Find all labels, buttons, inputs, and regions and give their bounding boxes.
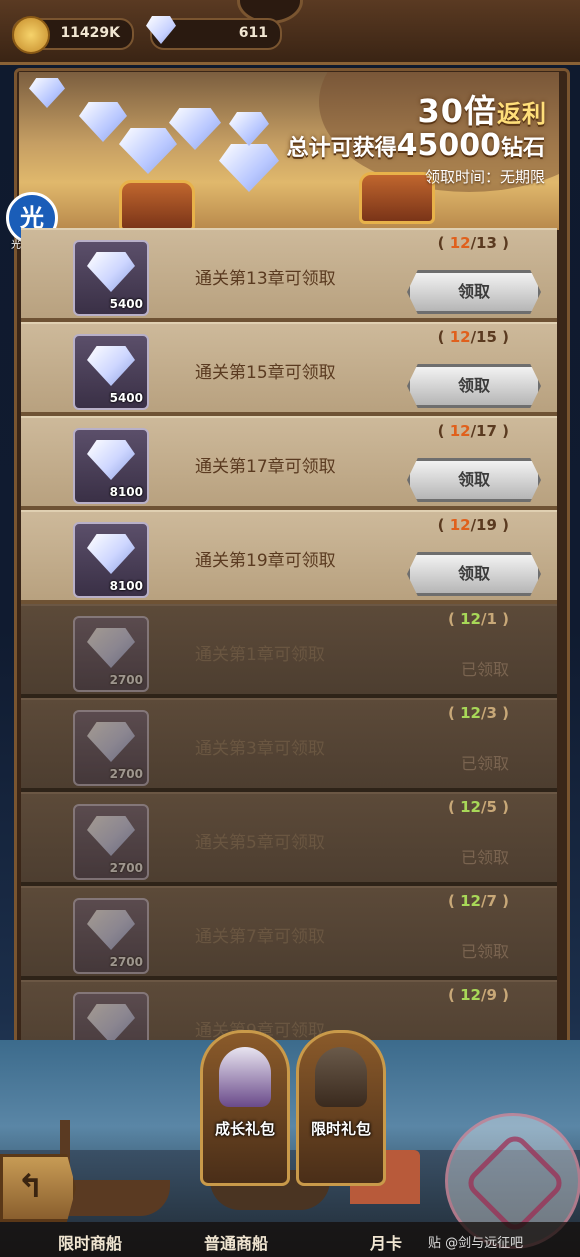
reward-amount: 2700 [109, 673, 143, 687]
claimed-label: 已领取 [460, 848, 509, 867]
reward-row: 5400 通关第15章可领取 ( 12/15 ) 领取 [21, 322, 557, 416]
crown-icon [359, 172, 435, 224]
reward-thumbnail: 5400 [73, 334, 149, 410]
gold-coin-icon [12, 16, 50, 54]
tab-normal-ship[interactable]: 普通商船 [204, 1230, 268, 1254]
growth-pack-button[interactable]: 成长礼包 [200, 1030, 290, 1186]
limited-pack-button[interactable]: 限时礼包 [296, 1030, 386, 1186]
diamond-icon [87, 534, 135, 574]
reward-amount: 8100 [109, 485, 143, 499]
reward-progress: ( 12/3 ) [448, 704, 509, 722]
claimed-label: 已领取 [460, 942, 509, 961]
reward-thumbnail: 2700 [73, 804, 149, 880]
diamond-icon [87, 816, 135, 856]
diamond-pile-icon [229, 112, 269, 146]
diamond-icon [87, 910, 135, 950]
claim-button[interactable]: 领取 [407, 458, 541, 502]
diamond-icon [87, 346, 135, 386]
reward-title: 通关第1章可领取 [195, 645, 325, 665]
tab-limited-ship[interactable]: 限时商船 [58, 1230, 122, 1254]
diamond-icon [87, 1004, 135, 1044]
reward-row-claimed: 2700 通关第1章可领取 ( 12/1 ) 已领取 [21, 604, 557, 698]
gold-value: 11429K [60, 25, 120, 41]
reward-title: 通关第3章可领取 [195, 739, 325, 759]
growth-pack-label: 成长礼包 [214, 1120, 275, 1138]
reward-progress: ( 12/1 ) [448, 610, 509, 628]
reward-row: 5400 通关第13章可领取 ( 12/13 ) 领取 [21, 228, 557, 322]
watermark-logo-icon [462, 1130, 568, 1236]
claim-button[interactable]: 领取 [407, 270, 541, 314]
diamond-pile-icon [29, 78, 65, 108]
back-button[interactable]: ↰ [0, 1154, 76, 1222]
diamond-pile-icon [79, 102, 127, 142]
reward-title: 通关第5章可领取 [195, 833, 325, 853]
reward-title: 通关第15章可领取 [195, 363, 336, 383]
reward-title: 通关第19章可领取 [195, 551, 336, 571]
claimed-label: 已领取 [460, 660, 509, 679]
reward-thumbnail: 2700 [73, 710, 149, 786]
diamond-counter[interactable]: 611 [146, 16, 282, 50]
gold-counter[interactable]: 11429K [12, 16, 134, 54]
growth-pack-character [219, 1047, 271, 1107]
reward-thumbnail: 8100 [73, 522, 149, 598]
diamond-value: 611 [238, 25, 268, 41]
tab-monthly-card[interactable]: 月卡 [370, 1230, 402, 1254]
diamond-icon [87, 628, 135, 668]
reward-row-claimed: 2700 通关第5章可领取 ( 12/5 ) 已领取 [21, 792, 557, 886]
reward-amount: 8100 [109, 579, 143, 593]
tieba-watermark: 贴 @剑与远征吧 [428, 1236, 524, 1251]
reward-progress: ( 12/9 ) [448, 986, 509, 1004]
reward-progress: ( 12/15 ) [437, 328, 509, 346]
claimed-label: 已领取 [460, 754, 509, 773]
diamond-pile-icon [169, 108, 221, 150]
reward-progress: ( 12/17 ) [437, 422, 509, 440]
reward-title: 通关第17章可领取 [195, 457, 336, 477]
diamond-icon [87, 252, 135, 292]
reward-thumbnail: 2700 [73, 616, 149, 692]
top-resource-bar: 11429K 611 [0, 0, 580, 65]
reward-title: 通关第7章可领取 [195, 927, 325, 947]
reward-progress: ( 12/19 ) [437, 516, 509, 534]
reward-amount: 5400 [109, 297, 143, 311]
diamond-icon [146, 16, 176, 44]
diamond-pile-icon [219, 144, 279, 192]
crown-icon [119, 180, 195, 230]
reward-progress: ( 12/7 ) [448, 892, 509, 910]
reward-thumbnail: 2700 [73, 898, 149, 974]
limited-pack-character [315, 1047, 367, 1107]
reward-row-claimed: 2700 通关第3章可领取 ( 12/3 ) 已领取 [21, 698, 557, 792]
diamond-icon [87, 722, 135, 762]
banner-total: 总计可获得45000钻石 [286, 128, 545, 163]
diamond-pile-icon [119, 128, 177, 174]
diamond-icon [87, 440, 135, 480]
reward-amount: 2700 [109, 861, 143, 875]
reward-row-claimed: 2700 通关第7章可领取 ( 12/7 ) 已领取 [21, 886, 557, 980]
reward-amount: 5400 [109, 391, 143, 405]
promo-banner: 30倍返利 总计可获得45000钻石 领取时间：无期限 [19, 72, 559, 230]
back-arrow-icon: ↰ [17, 1167, 44, 1205]
reward-row: 8100 通关第19章可领取 ( 12/19 ) 领取 [21, 510, 557, 604]
limited-pack-label: 限时礼包 [310, 1120, 371, 1138]
claim-button[interactable]: 领取 [407, 552, 541, 596]
reward-title: 通关第13章可领取 [195, 269, 336, 289]
reward-amount: 2700 [109, 767, 143, 781]
reward-row: 8100 通关第17章可领取 ( 12/17 ) 领取 [21, 416, 557, 510]
banner-multiplier: 30倍返利 [417, 92, 547, 130]
reward-amount: 2700 [109, 955, 143, 969]
reward-progress: ( 12/13 ) [437, 234, 509, 252]
reward-thumbnail: 8100 [73, 428, 149, 504]
reward-progress: ( 12/5 ) [448, 798, 509, 816]
banner-claim-time: 领取时间：无期限 [424, 168, 545, 186]
reward-thumbnail: 5400 [73, 240, 149, 316]
claim-button[interactable]: 领取 [407, 364, 541, 408]
